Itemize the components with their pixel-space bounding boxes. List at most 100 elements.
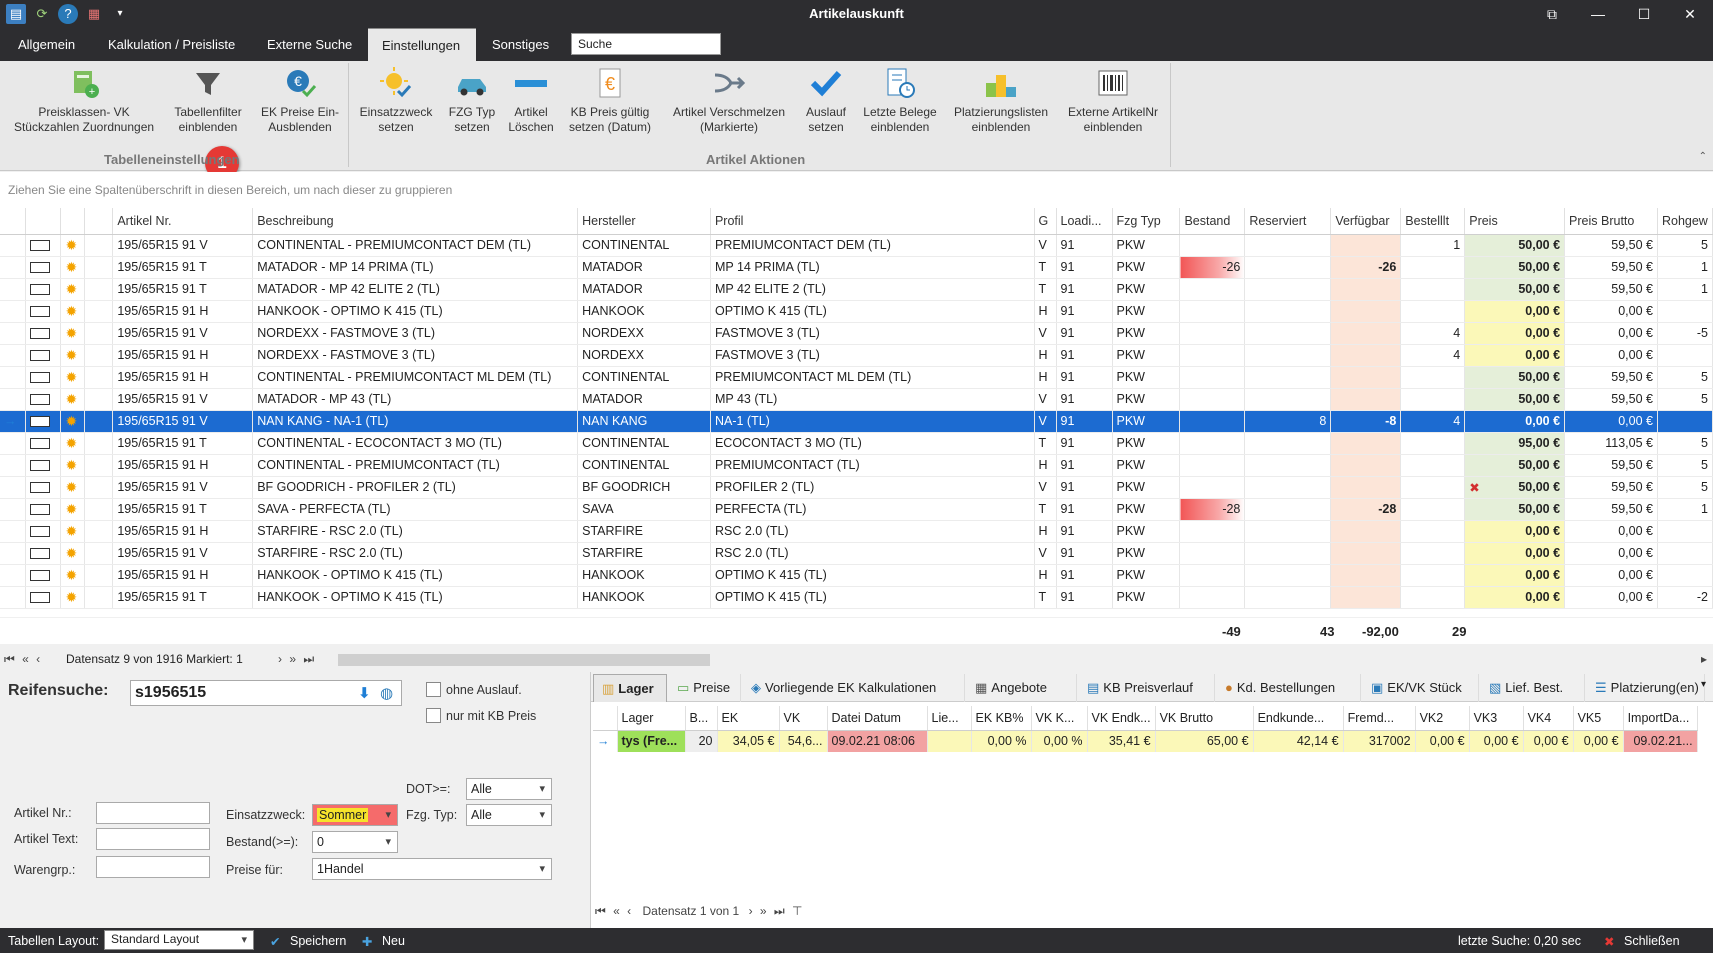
cell-loadindex[interactable]: 91 xyxy=(1056,344,1113,367)
cell-beschreibung[interactable]: CONTINENTAL - PREMIUMCONTACT ML DEM (TL) xyxy=(252,366,579,389)
tab-externe-suche[interactable]: Externe Suche xyxy=(253,28,366,61)
cell-artikel-nr[interactable]: 195/65R15 91 T xyxy=(112,586,254,609)
cell-fzg-typ[interactable]: PKW xyxy=(1112,366,1181,389)
table-row[interactable]: ✹ 195/65R15 91 H CONTINENTAL - PREMIUMCONT… xyxy=(0,366,1713,389)
cell-loadindex[interactable]: 91 xyxy=(1056,498,1113,521)
fzg-typ-select[interactable]: Alle xyxy=(466,804,552,826)
cell-verfuegbar[interactable] xyxy=(1330,454,1402,477)
lager-header-9[interactable]: VK Brutto xyxy=(1155,706,1254,731)
cell-verfuegbar[interactable] xyxy=(1330,344,1402,367)
cell-beschreibung[interactable]: STARFIRE - RSC 2.0 (TL) xyxy=(252,520,579,543)
lager-header-14[interactable]: VK4 xyxy=(1523,706,1574,731)
cell-preis[interactable]: 50,00 € xyxy=(1464,366,1566,389)
fzg-typ-button[interactable]: FZG Typ setzen xyxy=(442,65,502,135)
cell-profil[interactable]: OPTIMO K 415 (TL) xyxy=(710,300,1035,323)
cell-rohgewinn[interactable] xyxy=(1657,300,1713,323)
cell-rohgewinn[interactable]: 5 xyxy=(1657,476,1713,499)
row-checkbox[interactable] xyxy=(30,548,51,560)
table-row[interactable]: ✹ 195/65R15 91 V MATADOR - MP 43 (TL) MATAD… xyxy=(0,388,1713,411)
header-checkbox[interactable] xyxy=(25,208,62,235)
lager-header-2[interactable]: EK xyxy=(717,706,780,731)
cell-preis-brutto[interactable]: 0,00 € xyxy=(1564,322,1658,345)
header-profil[interactable]: Profil xyxy=(710,208,1035,235)
cell-bestand[interactable] xyxy=(1179,322,1246,345)
download-arrow-icon[interactable]: ⬇ xyxy=(358,684,371,702)
cell-preis-brutto[interactable]: 59,50 € xyxy=(1564,366,1658,389)
lager-cell-10[interactable]: 42,14 € xyxy=(1253,730,1344,752)
cell-preis-brutto[interactable]: 113,05 € xyxy=(1564,432,1658,455)
cell-g[interactable]: H xyxy=(1034,520,1057,543)
cell-preis[interactable]: 0,00 € xyxy=(1464,410,1566,433)
cell-preis-brutto[interactable]: 0,00 € xyxy=(1564,300,1658,323)
cell-reserviert[interactable] xyxy=(1244,300,1332,323)
cell-fzg-typ[interactable]: PKW xyxy=(1112,432,1181,455)
cell-rohgewinn[interactable]: 5 xyxy=(1657,432,1713,455)
cell-preis-brutto[interactable]: 0,00 € xyxy=(1564,520,1658,543)
cell-hersteller[interactable]: NAN KANG xyxy=(577,410,711,433)
cell-beschreibung[interactable]: STARFIRE - RSC 2.0 (TL) xyxy=(252,542,579,565)
cell-preis-brutto[interactable]: 59,50 € xyxy=(1564,476,1658,499)
detail-tab-angebote[interactable]: ▦ Angebote xyxy=(967,674,1077,702)
cell-beschreibung[interactable]: HANKOOK - OPTIMO K 415 (TL) xyxy=(252,586,579,609)
cell-bestellt[interactable]: 1 xyxy=(1400,234,1466,257)
cell-preis[interactable]: 0,00 € xyxy=(1464,586,1566,609)
cell-bestand[interactable] xyxy=(1179,344,1246,367)
cell-loadindex[interactable]: 91 xyxy=(1056,432,1113,455)
lager-cell-8[interactable]: 35,41 € xyxy=(1087,730,1156,752)
lager-header-6[interactable]: EK KB% xyxy=(971,706,1032,731)
cell-g[interactable]: V xyxy=(1034,476,1057,499)
tab-overflow-icon[interactable]: ▾ xyxy=(1701,679,1706,690)
row-checkbox[interactable] xyxy=(30,372,51,384)
cell-rohgewinn[interactable]: -2 xyxy=(1657,586,1713,609)
cell-loadindex[interactable]: 91 xyxy=(1056,542,1113,565)
cell-g[interactable]: V xyxy=(1034,234,1057,257)
cell-preis[interactable]: 0,00 € xyxy=(1464,322,1566,345)
close-app-button[interactable]: Schließen xyxy=(1624,934,1680,948)
table-row[interactable]: ✹ 195/65R15 91 T MATADOR - MP 14 PRIMA (TL… xyxy=(0,256,1713,279)
cell-preis-brutto[interactable]: 59,50 € xyxy=(1564,388,1658,411)
lager-cell-0[interactable]: tys (Fre... xyxy=(617,730,686,752)
cell-g[interactable]: H xyxy=(1034,564,1057,587)
cell-bestellt[interactable] xyxy=(1400,476,1466,499)
cell-bestand[interactable] xyxy=(1179,278,1246,301)
table-row[interactable]: ✹ 195/65R15 91 H STARFIRE - RSC 2.0 (TL) ST… xyxy=(0,520,1713,543)
cell-g[interactable]: H xyxy=(1034,366,1057,389)
cell-bestand[interactable] xyxy=(1179,410,1246,433)
tab-kalkulation[interactable]: Kalkulation / Preisliste xyxy=(94,28,249,61)
lager-cell-13[interactable]: 0,00 € xyxy=(1469,730,1524,752)
lager-cell-12[interactable]: 0,00 € xyxy=(1415,730,1470,752)
lager-header-1[interactable]: B... xyxy=(685,706,718,731)
cell-preis[interactable]: 0,00 € xyxy=(1464,564,1566,587)
cell-artikel-nr[interactable]: 195/65R15 91 T xyxy=(112,432,254,455)
cell-verfuegbar[interactable] xyxy=(1330,300,1402,323)
cell-preis-brutto[interactable]: 59,50 € xyxy=(1564,234,1658,257)
cell-g[interactable]: V xyxy=(1034,410,1057,433)
cell-g[interactable]: T xyxy=(1034,498,1057,521)
cell-profil[interactable]: RSC 2.0 (TL) xyxy=(710,520,1035,543)
detail-nav-prev-icon[interactable]: ⏮ « ‹ xyxy=(595,904,633,918)
save-button[interactable]: Speichern xyxy=(290,934,346,948)
cell-preis-brutto[interactable]: 0,00 € xyxy=(1564,564,1658,587)
cell-bestand[interactable] xyxy=(1179,542,1246,565)
cell-bestellt[interactable] xyxy=(1400,498,1466,521)
cell-bestellt[interactable] xyxy=(1400,300,1466,323)
header-blank[interactable] xyxy=(84,208,114,235)
cell-bestellt[interactable] xyxy=(1400,366,1466,389)
header-season[interactable] xyxy=(60,208,86,235)
globe-icon[interactable]: ◍ xyxy=(380,684,393,702)
artikel-loeschen-button[interactable]: Artikel Löschen xyxy=(506,65,556,135)
auslauf-button[interactable]: Auslauf setzen xyxy=(798,65,854,135)
cell-reserviert[interactable] xyxy=(1244,520,1332,543)
lager-cell-3[interactable]: 54,6... xyxy=(779,730,828,752)
cell-g[interactable]: H xyxy=(1034,454,1057,477)
cell-g[interactable]: T xyxy=(1034,586,1057,609)
einsatzzweck-select[interactable]: Sommer xyxy=(312,804,398,826)
cell-reserviert[interactable] xyxy=(1244,476,1332,499)
row-checkbox[interactable] xyxy=(30,592,51,604)
cell-verfuegbar[interactable] xyxy=(1330,278,1402,301)
cell-preis[interactable]: 50,00 € xyxy=(1464,256,1566,279)
lager-cell-15[interactable]: 0,00 € xyxy=(1573,730,1624,752)
cell-profil[interactable]: OPTIMO K 415 (TL) xyxy=(710,586,1035,609)
ribbon-collapse-icon[interactable]: ⌃ xyxy=(1699,151,1707,162)
cell-beschreibung[interactable]: CONTINENTAL - ECOCONTACT 3 MO (TL) xyxy=(252,432,579,455)
